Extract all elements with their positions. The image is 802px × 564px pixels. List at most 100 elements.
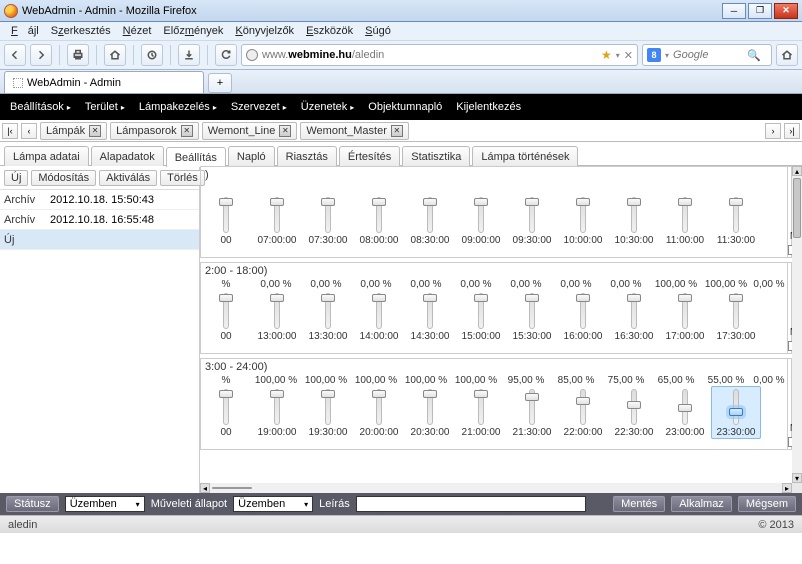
slider-thumb[interactable] bbox=[372, 294, 386, 302]
slider-slot[interactable]: 09:00:00 bbox=[456, 195, 506, 246]
slider-track[interactable] bbox=[376, 293, 382, 329]
slider-slot[interactable]: 20:00:00 bbox=[354, 387, 404, 439]
reload-button[interactable] bbox=[215, 44, 237, 66]
subtab[interactable]: Riasztás bbox=[277, 146, 337, 166]
slider-thumb[interactable] bbox=[576, 198, 590, 206]
slider-thumb[interactable] bbox=[321, 198, 335, 206]
search-input[interactable] bbox=[673, 49, 743, 61]
slider-track[interactable] bbox=[325, 389, 331, 425]
slider-thumb[interactable] bbox=[219, 294, 233, 302]
slider-slot[interactable]: 23:00:00 bbox=[660, 387, 710, 439]
search-bar[interactable]: 8 ▾ 🔍 bbox=[642, 44, 772, 66]
scroll-thumb-h[interactable] bbox=[212, 487, 252, 489]
menu-item[interactable]: Fájl bbox=[6, 25, 44, 37]
sidebar-action-button[interactable]: Aktiválás bbox=[99, 170, 157, 186]
slider-slot[interactable]: 21:30:00 bbox=[507, 387, 557, 439]
slider-track[interactable] bbox=[580, 389, 586, 425]
sidebar-row[interactable]: Archív2012.10.18. 15:50:43 bbox=[0, 190, 199, 210]
slider-slot[interactable]: 19:00:00 bbox=[252, 387, 302, 439]
slider-track[interactable] bbox=[682, 293, 688, 329]
slider-slot[interactable]: 21:00:00 bbox=[456, 387, 506, 439]
slider-slot[interactable]: 16:00:00 bbox=[558, 291, 608, 342]
sidebar-action-button[interactable]: Új bbox=[4, 170, 28, 186]
slider-track[interactable] bbox=[631, 389, 637, 425]
window-close-button[interactable]: ✕ bbox=[774, 3, 798, 19]
tab-scroll-prev[interactable]: ‹ bbox=[21, 123, 37, 139]
scroll-right-icon[interactable]: ▸ bbox=[782, 483, 792, 493]
subtab[interactable]: Értesítés bbox=[339, 146, 400, 166]
slider-slot[interactable]: 00 bbox=[201, 387, 251, 439]
slider-slot[interactable]: 22:00:00 bbox=[558, 387, 608, 439]
slider-thumb[interactable] bbox=[525, 198, 539, 206]
sidebar-row[interactable]: Új bbox=[0, 230, 199, 250]
slider-track[interactable] bbox=[478, 197, 484, 233]
workspace-tab[interactable]: Lámpák✕ bbox=[40, 122, 107, 140]
slider-slot[interactable]: 23:30:00 bbox=[711, 386, 761, 439]
slider-thumb[interactable] bbox=[474, 390, 488, 398]
close-icon[interactable]: ✕ bbox=[391, 125, 403, 137]
bookmark-star-icon[interactable]: ★ bbox=[601, 48, 612, 62]
slider-track[interactable] bbox=[682, 197, 688, 233]
slider-thumb[interactable] bbox=[321, 390, 335, 398]
slider-thumb[interactable] bbox=[729, 294, 743, 302]
tab-scroll-first[interactable]: |‹ bbox=[2, 123, 18, 139]
slider-track[interactable] bbox=[478, 293, 484, 329]
scroll-up-icon[interactable]: ▴ bbox=[792, 166, 802, 176]
slider-slot[interactable]: 16:30:00 bbox=[609, 291, 659, 342]
slider-track[interactable] bbox=[325, 197, 331, 233]
slider-thumb[interactable] bbox=[729, 408, 743, 416]
subtab[interactable]: Beállítás bbox=[166, 147, 226, 167]
slider-track[interactable] bbox=[223, 293, 229, 329]
slider-slot[interactable]: 22:30:00 bbox=[609, 387, 659, 439]
slider-thumb[interactable] bbox=[372, 390, 386, 398]
subtab[interactable]: Lámpa adatai bbox=[4, 146, 89, 166]
slider-slot[interactable]: 19:30:00 bbox=[303, 387, 353, 439]
slider-track[interactable] bbox=[529, 389, 535, 425]
slider-track[interactable] bbox=[682, 389, 688, 425]
slider-slot[interactable]: 13:00:00 bbox=[252, 291, 302, 342]
menu-item[interactable]: Nézet bbox=[118, 25, 157, 37]
browser-tab[interactable]: WebAdmin - Admin bbox=[4, 71, 204, 93]
slider-track[interactable] bbox=[376, 197, 382, 233]
menu-item[interactable]: Előzmények bbox=[158, 25, 228, 37]
slider-slot[interactable]: 07:30:00 bbox=[303, 195, 353, 246]
slider-track[interactable] bbox=[427, 293, 433, 329]
home-button-2[interactable] bbox=[776, 44, 798, 66]
menu-item[interactable]: Könyvjelzők bbox=[230, 25, 299, 37]
window-minimize-button[interactable]: ─ bbox=[722, 3, 746, 19]
slider-track[interactable] bbox=[274, 293, 280, 329]
slider-track[interactable] bbox=[325, 293, 331, 329]
workspace-tab[interactable]: Wemont_Master✕ bbox=[300, 122, 409, 140]
slider-thumb[interactable] bbox=[576, 294, 590, 302]
close-icon[interactable]: ✕ bbox=[89, 125, 101, 137]
slider-thumb[interactable] bbox=[270, 198, 284, 206]
slider-slot[interactable]: 08:30:00 bbox=[405, 195, 455, 246]
slider-track[interactable] bbox=[733, 293, 739, 329]
desc-input[interactable] bbox=[356, 496, 586, 512]
window-maximize-button[interactable]: ❐ bbox=[748, 3, 772, 19]
scroll-left-icon[interactable]: ◂ bbox=[200, 483, 210, 493]
slider-track[interactable] bbox=[631, 197, 637, 233]
topnav-item[interactable]: Objektumnapló bbox=[368, 101, 442, 113]
url-bar[interactable]: www.webmine.hu/aledin ★ ▾ ✕ bbox=[241, 44, 638, 66]
slider-track[interactable] bbox=[274, 197, 280, 233]
search-submit-icon[interactable]: 🔍 bbox=[747, 49, 761, 62]
topnav-item[interactable]: Beállítások▸ bbox=[10, 101, 71, 113]
slider-thumb[interactable] bbox=[423, 390, 437, 398]
scroll-down-icon[interactable]: ▾ bbox=[792, 473, 802, 483]
subtab[interactable]: Lámpa történések bbox=[472, 146, 578, 166]
slider-thumb[interactable] bbox=[423, 198, 437, 206]
slider-track[interactable] bbox=[631, 293, 637, 329]
slider-thumb[interactable] bbox=[627, 198, 641, 206]
stop-icon[interactable]: ✕ bbox=[624, 49, 633, 62]
slider-slot[interactable]: 00 bbox=[201, 195, 251, 246]
slider-thumb[interactable] bbox=[729, 198, 743, 206]
topnav-item[interactable]: Szervezet▸ bbox=[231, 101, 287, 113]
slider-track[interactable] bbox=[274, 389, 280, 425]
slider-slot[interactable]: 09:30:00 bbox=[507, 195, 557, 246]
slider-track[interactable] bbox=[580, 197, 586, 233]
topnav-item[interactable]: Terület▸ bbox=[85, 101, 125, 113]
slider-thumb[interactable] bbox=[525, 294, 539, 302]
slider-slot[interactable]: 11:00:00 bbox=[660, 195, 710, 246]
slider-track[interactable] bbox=[529, 293, 535, 329]
